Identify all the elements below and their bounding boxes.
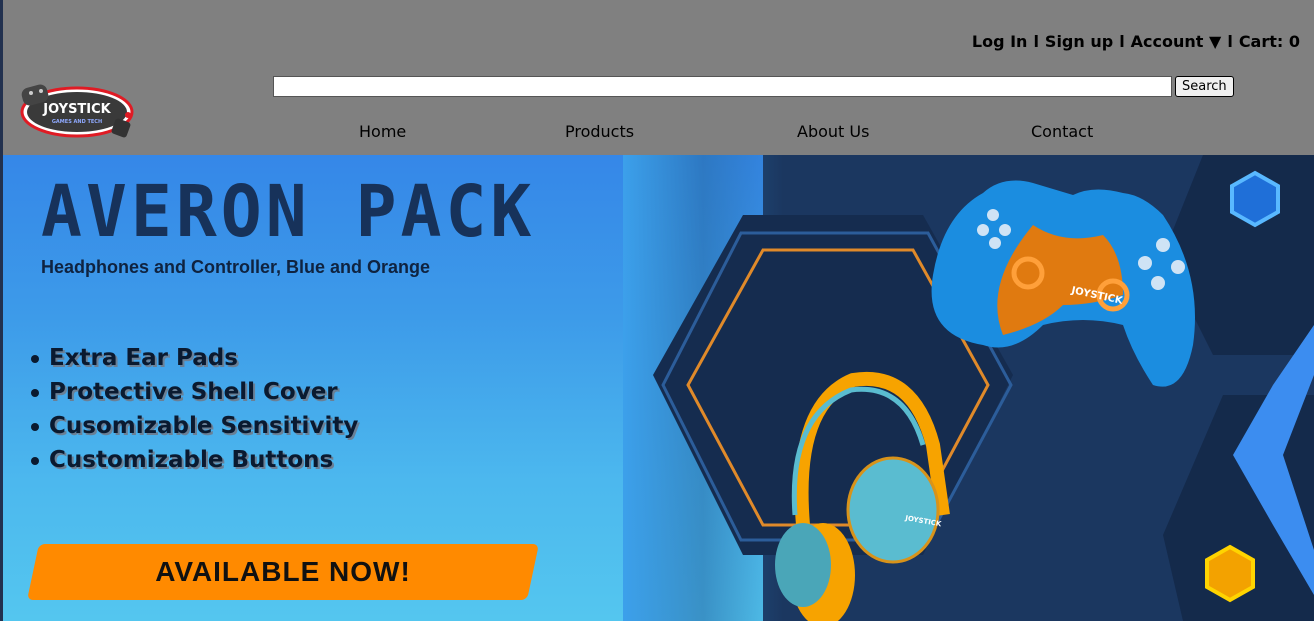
account-bar: Log In l Sign up l Account ▼ l Cart: 0 <box>972 32 1300 51</box>
cart-link[interactable]: Cart: 0 <box>1239 32 1300 51</box>
search-input[interactable] <box>273 76 1172 97</box>
bullet-icon <box>31 388 39 397</box>
nav-about-us[interactable]: About Us <box>797 122 869 141</box>
bullet-icon <box>31 354 39 363</box>
nav-products[interactable]: Products <box>565 122 634 141</box>
login-link[interactable]: Log In <box>972 32 1028 51</box>
page: Log In l Sign up l Account ▼ l Cart: 0 J… <box>0 0 1314 621</box>
site-header: Log In l Sign up l Account ▼ l Cart: 0 J… <box>3 0 1314 155</box>
banner-title: AVERON PACK <box>41 171 536 254</box>
hero-banner[interactable]: JOYSTICK JOYSTICK AVERON PACK Headphones… <box>3 155 1314 621</box>
nav-home[interactable]: Home <box>359 122 406 141</box>
search-button[interactable]: Search <box>1175 76 1234 97</box>
bullet-icon <box>31 456 39 465</box>
hex-badge-icon <box>1230 170 1280 228</box>
product-artwork: JOYSTICK JOYSTICK <box>653 155 1314 621</box>
search-bar: Search <box>273 76 1234 97</box>
feature-item: Protective Shell Cover <box>31 375 358 409</box>
cta-label: AVAILABLE NOW! <box>155 556 411 587</box>
account-dropdown[interactable]: Account ▼ <box>1131 32 1222 51</box>
nav-contact[interactable]: Contact <box>1031 122 1093 141</box>
feature-item: Customizable Buttons <box>31 443 358 477</box>
separator: l <box>1033 32 1039 51</box>
feature-item: Cusomizable Sensitivity <box>31 409 358 443</box>
main-nav: Home Products About Us Contact <box>3 122 1314 146</box>
logo-wordmark: JOYSTICK <box>42 102 111 117</box>
bullet-icon <box>31 422 39 431</box>
separator: l <box>1119 32 1125 51</box>
feature-item: Extra Ear Pads <box>31 341 358 375</box>
hex-badge-icon <box>1205 544 1255 603</box>
banner-subtitle: Headphones and Controller, Blue and Oran… <box>41 257 431 277</box>
available-now-button[interactable]: AVAILABLE NOW! <box>27 544 539 600</box>
separator: l <box>1227 32 1233 51</box>
signup-link[interactable]: Sign up <box>1045 32 1113 51</box>
feature-list: Extra Ear Pads Protective Shell Cover Cu… <box>31 341 358 477</box>
